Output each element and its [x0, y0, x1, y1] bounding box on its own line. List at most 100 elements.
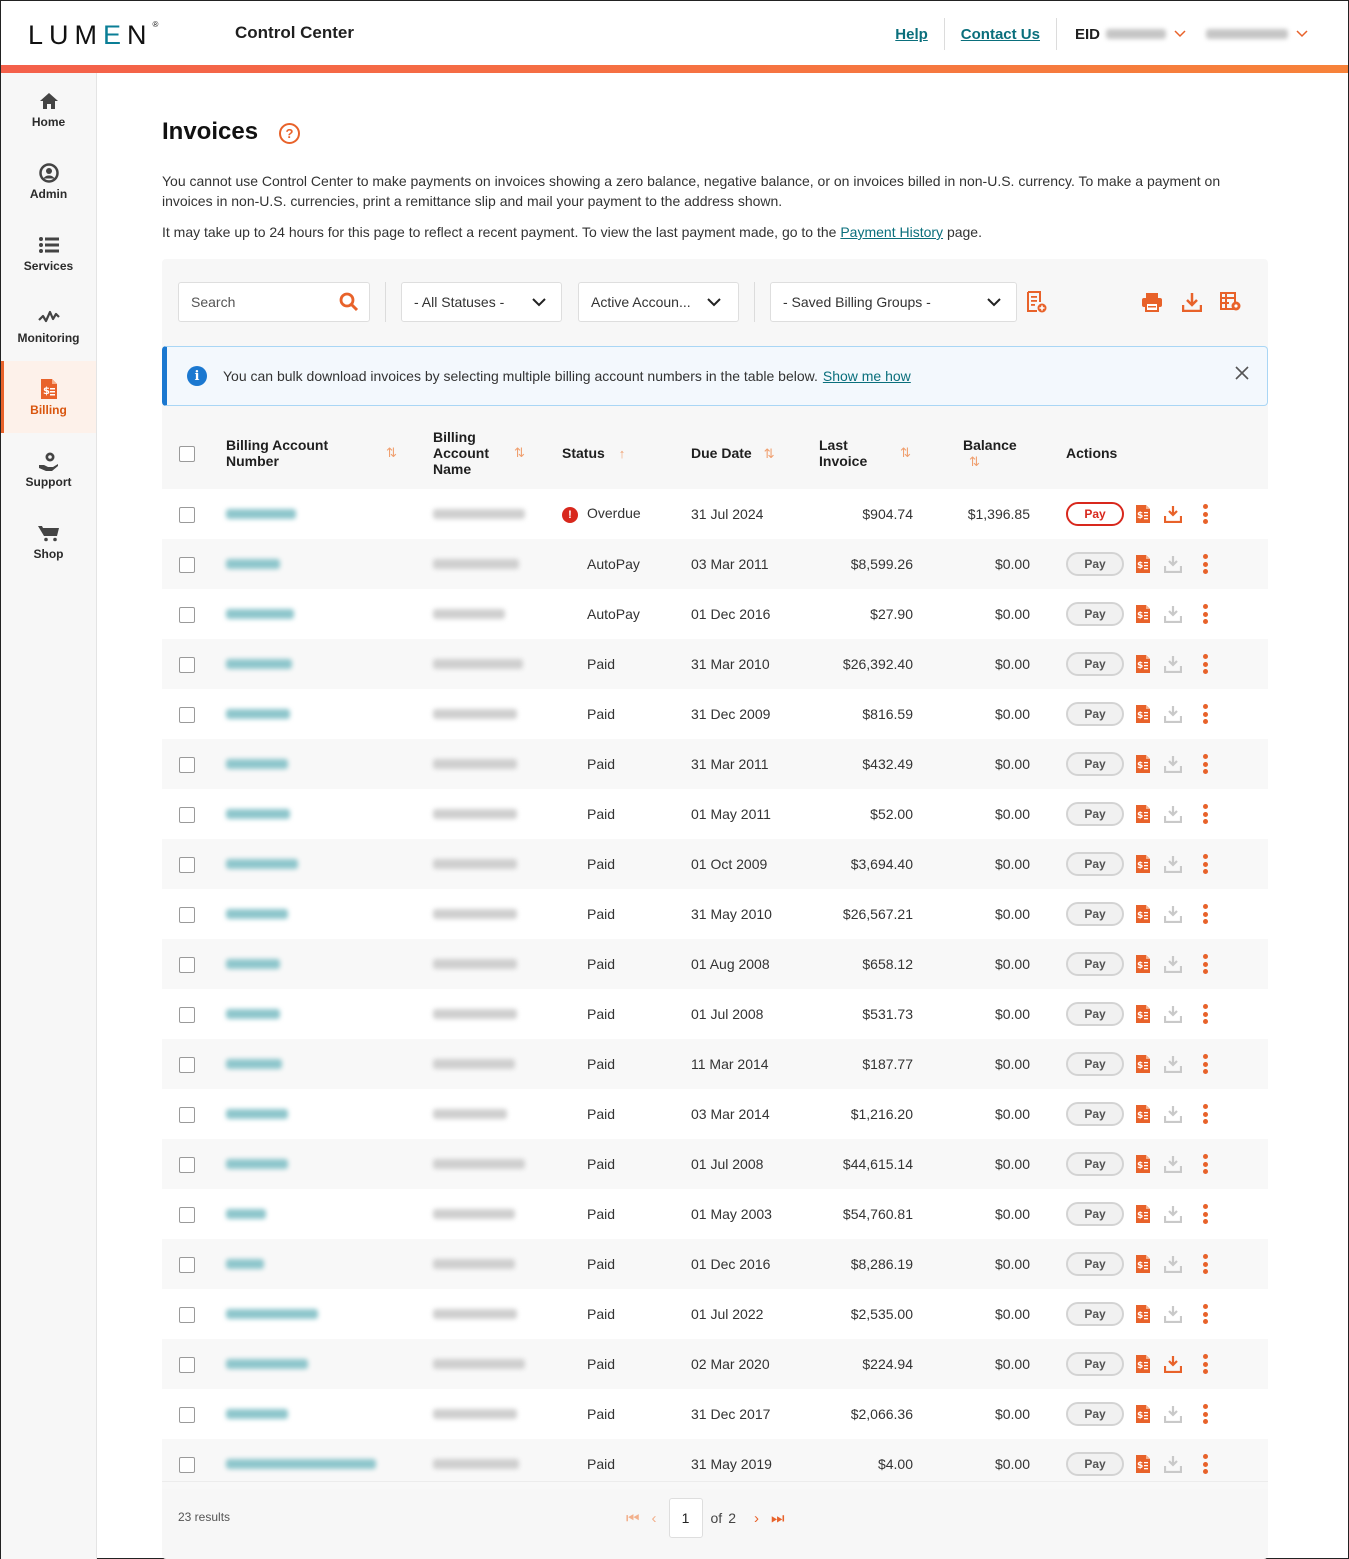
view-invoice-icon[interactable]: $: [1134, 1204, 1152, 1224]
page-number-input[interactable]: 1: [668, 1498, 703, 1538]
sort-ascending-icon[interactable]: ↑: [619, 446, 626, 461]
status-filter-dropdown[interactable]: - All Statuses -: [401, 282, 562, 322]
search-input[interactable]: Search: [178, 282, 370, 322]
sidebar-item-billing[interactable]: $ Billing: [1, 361, 96, 433]
download-invoice-icon[interactable]: [1164, 954, 1182, 974]
billing-account-number-link-redacted[interactable]: [226, 609, 294, 619]
more-options-icon[interactable]: [1202, 1254, 1208, 1274]
more-options-icon[interactable]: [1202, 854, 1208, 874]
billing-account-number-link-redacted[interactable]: [226, 959, 280, 969]
pay-button[interactable]: Pay: [1066, 1052, 1124, 1076]
eid-selector[interactable]: [1106, 27, 1196, 41]
account-filter-dropdown[interactable]: Active Accoun...: [578, 282, 739, 322]
sort-icon[interactable]: ⇅: [386, 445, 397, 461]
view-invoice-icon[interactable]: $: [1134, 1454, 1152, 1474]
col-balance[interactable]: Balance ⇅: [919, 417, 1034, 489]
pay-button[interactable]: Pay: [1066, 502, 1124, 526]
view-invoice-icon[interactable]: $: [1134, 654, 1152, 674]
pay-button[interactable]: Pay: [1066, 802, 1124, 826]
more-options-icon[interactable]: [1202, 1154, 1208, 1174]
pay-button[interactable]: Pay: [1066, 1102, 1124, 1126]
row-checkbox[interactable]: [179, 656, 195, 673]
more-options-icon[interactable]: [1202, 954, 1208, 974]
more-options-icon[interactable]: [1202, 654, 1208, 674]
billing-account-number-link-redacted[interactable]: [226, 909, 288, 919]
pay-button[interactable]: Pay: [1066, 1352, 1124, 1376]
billing-account-number-link-redacted[interactable]: [226, 509, 296, 519]
more-options-icon[interactable]: [1202, 804, 1208, 824]
view-invoice-icon[interactable]: $: [1134, 754, 1152, 774]
view-invoice-icon[interactable]: $: [1134, 604, 1152, 624]
row-checkbox[interactable]: [179, 1056, 195, 1073]
billing-account-number-link-redacted[interactable]: [226, 809, 290, 819]
sidebar-item-services[interactable]: Services: [1, 217, 96, 289]
sidebar-item-admin[interactable]: Admin: [1, 145, 96, 217]
sidebar-item-monitoring[interactable]: Monitoring: [1, 289, 96, 361]
pay-button[interactable]: Pay: [1066, 1302, 1124, 1326]
pay-button[interactable]: Pay: [1066, 702, 1124, 726]
view-invoice-icon[interactable]: $: [1134, 1054, 1152, 1074]
view-invoice-icon[interactable]: $: [1134, 704, 1152, 724]
view-invoice-icon[interactable]: $: [1134, 1354, 1152, 1374]
more-options-icon[interactable]: [1202, 1404, 1208, 1424]
close-icon[interactable]: [1235, 363, 1249, 386]
sort-icon[interactable]: ⇅: [764, 446, 775, 461]
billing-account-number-link-redacted[interactable]: [226, 1359, 308, 1369]
more-options-icon[interactable]: [1202, 1304, 1208, 1324]
more-options-icon[interactable]: [1202, 1104, 1208, 1124]
download-invoice-icon[interactable]: [1164, 804, 1182, 824]
row-checkbox[interactable]: [179, 1206, 195, 1223]
download-invoice-icon[interactable]: [1164, 1204, 1182, 1224]
billing-account-number-link-redacted[interactable]: [226, 759, 288, 769]
row-checkbox[interactable]: [179, 1306, 195, 1323]
download-invoice-icon[interactable]: [1164, 1054, 1182, 1074]
billing-account-number-link-redacted[interactable]: [226, 1059, 282, 1069]
download-invoice-icon[interactable]: [1164, 504, 1182, 524]
sort-icon[interactable]: ⇅: [900, 445, 911, 461]
view-invoice-icon[interactable]: $: [1134, 854, 1152, 874]
last-page-icon[interactable]: ⏭: [771, 1510, 785, 1527]
row-checkbox[interactable]: [179, 1406, 195, 1423]
billing-account-number-link-redacted[interactable]: [226, 659, 292, 669]
row-checkbox[interactable]: [179, 556, 195, 573]
download-invoice-icon[interactable]: [1164, 1254, 1182, 1274]
row-checkbox[interactable]: [179, 1456, 195, 1473]
download-invoice-icon[interactable]: [1164, 904, 1182, 924]
more-options-icon[interactable]: [1202, 604, 1208, 624]
view-invoice-icon[interactable]: $: [1134, 1254, 1152, 1274]
view-invoice-icon[interactable]: $: [1134, 1154, 1152, 1174]
pay-button[interactable]: Pay: [1066, 752, 1124, 776]
more-options-icon[interactable]: [1202, 1454, 1208, 1474]
download-invoice-icon[interactable]: [1164, 754, 1182, 774]
more-options-icon[interactable]: [1202, 704, 1208, 724]
pay-button[interactable]: Pay: [1066, 602, 1124, 626]
previous-page-icon[interactable]: ‹: [652, 1510, 657, 1527]
billing-account-number-link-redacted[interactable]: [226, 1409, 288, 1419]
print-icon[interactable]: [1141, 291, 1163, 313]
billing-groups-dropdown[interactable]: - Saved Billing Groups -: [770, 282, 1017, 322]
more-options-icon[interactable]: [1202, 1204, 1208, 1224]
download-invoice-icon[interactable]: [1164, 1304, 1182, 1324]
billing-account-number-link-redacted[interactable]: [226, 859, 298, 869]
show-me-how-link[interactable]: Show me how: [823, 368, 911, 384]
pay-button[interactable]: Pay: [1066, 652, 1124, 676]
pay-button[interactable]: Pay: [1066, 552, 1124, 576]
select-all-checkbox[interactable]: [179, 445, 195, 462]
search-icon[interactable]: [339, 292, 359, 315]
col-billing-account-name[interactable]: Billing Account Name ⇅: [433, 417, 562, 489]
add-billing-group-icon[interactable]: [1026, 291, 1048, 313]
pay-button[interactable]: Pay: [1066, 1402, 1124, 1426]
row-checkbox[interactable]: [179, 506, 195, 523]
download-invoice-icon[interactable]: [1164, 1154, 1182, 1174]
download-invoice-icon[interactable]: [1164, 604, 1182, 624]
pay-button[interactable]: Pay: [1066, 852, 1124, 876]
sidebar-item-shop[interactable]: Shop: [1, 505, 96, 577]
download-invoice-icon[interactable]: [1164, 554, 1182, 574]
download-icon[interactable]: [1181, 291, 1203, 313]
contact-us-link[interactable]: Contact Us: [945, 26, 1056, 43]
sidebar-item-home[interactable]: Home: [1, 73, 96, 145]
download-invoice-icon[interactable]: [1164, 1104, 1182, 1124]
user-menu[interactable]: [1206, 27, 1318, 41]
billing-account-number-link-redacted[interactable]: [226, 1309, 318, 1319]
row-checkbox[interactable]: [179, 806, 195, 823]
